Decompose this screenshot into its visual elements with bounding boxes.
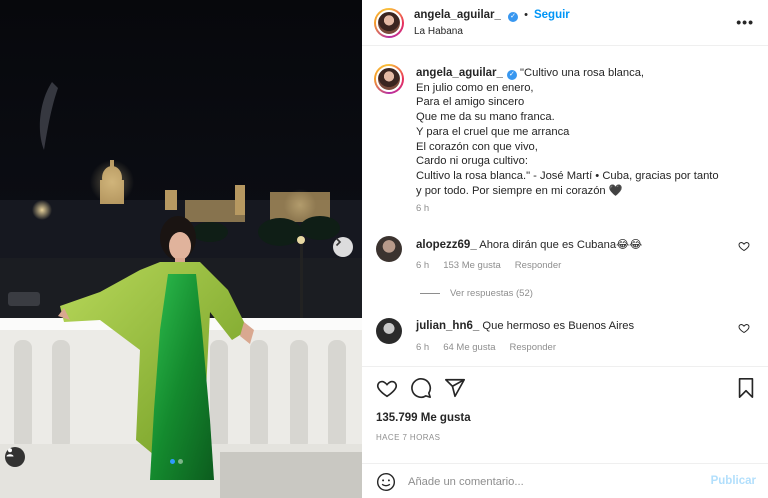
commenter-avatar[interactable] — [376, 236, 402, 262]
comment-meta: 6 h 153 Me gusta Responder — [416, 260, 561, 271]
caption-first-line: angela_aguilar_ ✓ "Cultivo una rosa blanc… — [416, 66, 756, 81]
heart-icon[interactable] — [738, 240, 750, 252]
separator-dot: • — [524, 9, 528, 21]
commenter-username[interactable]: julian_hn6_ — [416, 320, 479, 332]
carousel-next-button[interactable] — [333, 237, 353, 257]
commenter-username[interactable]: alopezz69_ — [416, 239, 477, 251]
heart-icon — [376, 380, 398, 398]
tagged-users-button[interactable] — [5, 447, 25, 467]
comment-body: alopezz69_ Ahora dirán que es Cubana😂😂 — [416, 238, 642, 251]
view-replies-label: Ver respuestas (52) — [450, 288, 533, 299]
caption-avatar[interactable] — [374, 64, 404, 94]
caption-line: En julio como en enero, — [416, 81, 534, 94]
tag-user-icon — [6, 448, 14, 457]
caption-line: "Cultivo una rosa blanca, — [520, 67, 645, 79]
like-button[interactable] — [376, 377, 398, 402]
caption-line: Cultivo la rosa blanca." - José Martí • … — [416, 169, 719, 182]
add-comment-bar: Publicar — [362, 463, 768, 498]
caption-line: Que me da su mano franca. — [416, 111, 555, 124]
comment-meta: 6 h 64 Me gusta Responder — [416, 342, 556, 353]
caption-line: Para el amigo sincero — [416, 96, 525, 109]
post-header: angela_aguilar_ ✓ • Seguir La Habana ••• — [362, 0, 768, 46]
post-actions: 135.799 Me gusta HACE 7 HORAS Publicar — [362, 366, 768, 498]
post-location[interactable]: La Habana — [414, 26, 463, 37]
post-caption: angela_aguilar_ ✓ "Cultivo una rosa blanc… — [416, 66, 756, 217]
share-icon — [445, 378, 465, 398]
comment-body: julian_hn6_ Que hermoso es Buenos Aires — [416, 320, 634, 332]
post-timestamp[interactable]: HACE 7 HORAS — [376, 433, 440, 442]
chevron-right-icon — [335, 237, 342, 247]
view-replies-button[interactable]: Ver respuestas (52) — [420, 288, 533, 299]
caption-line: y por todo. Por siempre en mi corazón 🖤 — [416, 184, 623, 197]
carousel-dot — [178, 459, 183, 464]
likes-count[interactable]: 135.799 Me gusta — [376, 412, 471, 424]
author-avatar[interactable] — [374, 8, 404, 38]
comment-button[interactable] — [410, 377, 432, 402]
caption-username[interactable]: angela_aguilar_ — [416, 67, 503, 79]
photo-scene — [0, 0, 362, 498]
carousel-indicator — [170, 459, 183, 464]
more-options-button[interactable]: ••• — [736, 14, 754, 30]
heart-icon[interactable] — [738, 322, 750, 334]
post-sidebar: angela_aguilar_ ✓ • Seguir La Habana •••… — [362, 0, 768, 498]
comment-text: Ahora dirán que es Cubana😂😂 — [479, 239, 643, 251]
action-bar — [376, 377, 466, 402]
caption-line: Y para el cruel que me arranca — [416, 125, 570, 138]
instagram-post-modal: angela_aguilar_ ✓ • Seguir La Habana •••… — [0, 0, 768, 498]
caption-time: 6 h — [416, 203, 430, 215]
share-button[interactable] — [444, 377, 466, 402]
comment-input[interactable] — [408, 472, 698, 492]
comment-time: 6 h — [416, 342, 430, 353]
comment-icon — [411, 378, 432, 399]
post-photo[interactable] — [0, 0, 362, 498]
header-author-line: angela_aguilar_ ✓ • Seguir — [414, 9, 570, 22]
comment-text: Que hermoso es Buenos Aires — [482, 320, 635, 332]
carousel-dot-active — [170, 459, 175, 464]
comment-time: 6 h — [416, 260, 430, 271]
caption-line: Cardo ni oruga cultivo: — [416, 155, 528, 168]
bookmark-icon — [738, 378, 754, 398]
verified-icon: ✓ — [506, 70, 517, 80]
publish-button[interactable]: Publicar — [711, 475, 756, 487]
commenter-avatar[interactable] — [376, 318, 402, 344]
emoji-icon — [376, 472, 396, 492]
reply-button[interactable]: Responder — [510, 342, 556, 353]
emoji-button[interactable] — [376, 472, 396, 495]
replies-divider — [420, 293, 440, 294]
comment-likes[interactable]: 153 Me gusta — [443, 260, 501, 271]
follow-button[interactable]: Seguir — [534, 9, 570, 21]
caption-line: El corazón con que vivo, — [416, 140, 538, 153]
reply-button[interactable]: Responder — [515, 260, 561, 271]
comment-likes[interactable]: 64 Me gusta — [443, 342, 495, 353]
author-username[interactable]: angela_aguilar_ — [414, 9, 501, 21]
verified-icon: ✓ — [508, 12, 518, 22]
save-button[interactable] — [736, 377, 756, 402]
